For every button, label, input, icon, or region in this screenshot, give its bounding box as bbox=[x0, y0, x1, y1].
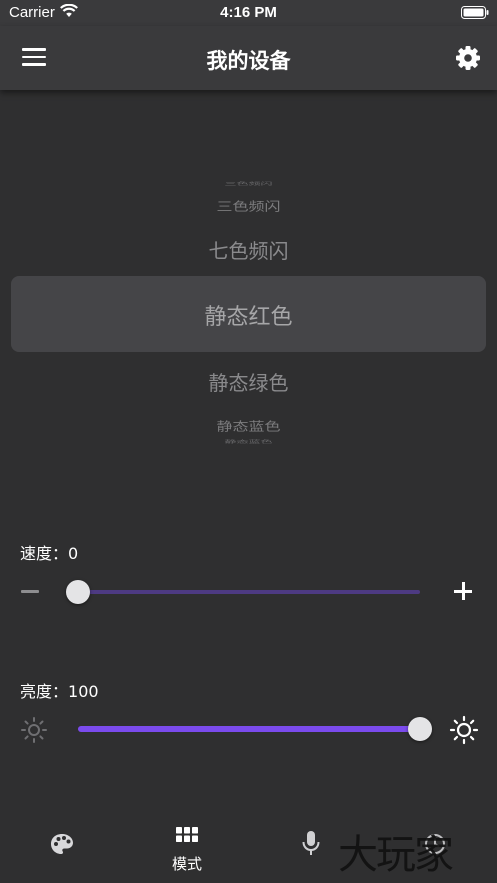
picker-item-selected[interactable]: 静态红色 bbox=[0, 299, 497, 331]
tab-mode[interactable]: 模式 bbox=[156, 815, 218, 883]
microphone-icon bbox=[301, 831, 321, 861]
status-bar: Carrier 4:16 PM bbox=[0, 0, 497, 26]
clock: 4:16 PM bbox=[220, 4, 277, 21]
brightness-slider-thumb[interactable] bbox=[408, 717, 432, 741]
speed-slider-track[interactable] bbox=[78, 590, 420, 594]
mode-picker[interactable]: 三色频闪 三色频闪 七色频闪 静态红色 静态绿色 静态蓝色 静态蓝色 bbox=[0, 175, 497, 450]
watermark-logo: 大玩家 bbox=[338, 832, 454, 878]
tab-music[interactable] bbox=[280, 815, 342, 883]
brightness-low-icon[interactable] bbox=[20, 716, 48, 744]
palette-icon bbox=[50, 833, 74, 859]
plus-icon bbox=[454, 582, 472, 600]
page-title: 我的设备 bbox=[206, 49, 291, 73]
speed-slider-thumb[interactable] bbox=[66, 580, 90, 604]
brightness-slider-fill bbox=[78, 726, 420, 732]
navigation-bar: 我的设备 bbox=[0, 26, 497, 90]
brightness-label: 亮度：100 bbox=[20, 678, 99, 702]
grid-icon bbox=[176, 827, 198, 843]
brightness-label-text: 亮度： bbox=[20, 682, 69, 701]
speed-label-text: 速度： bbox=[20, 544, 69, 563]
decrease-speed-button[interactable] bbox=[14, 578, 46, 606]
brightness-value: 100 bbox=[68, 682, 99, 701]
speed-label: 速度：0 bbox=[20, 540, 78, 564]
brightness-high-icon[interactable] bbox=[449, 715, 479, 745]
picker-item[interactable]: 静态蓝色 bbox=[0, 416, 497, 434]
picker-item[interactable]: 三色频闪 bbox=[0, 196, 497, 214]
picker-item[interactable]: 七色频闪 bbox=[0, 235, 497, 264]
tab-color[interactable] bbox=[30, 815, 94, 883]
picker-item[interactable]: 三色频闪 bbox=[0, 181, 497, 187]
gear-icon[interactable] bbox=[455, 45, 481, 75]
tab-mode-label: 模式 bbox=[171, 855, 202, 873]
increase-speed-button[interactable] bbox=[448, 578, 478, 606]
picker-item[interactable]: 静态绿色 bbox=[0, 367, 497, 396]
minus-icon bbox=[21, 590, 39, 593]
speed-value: 0 bbox=[68, 544, 79, 563]
picker-item[interactable]: 静态蓝色 bbox=[0, 439, 497, 445]
battery-icon bbox=[461, 6, 489, 24]
